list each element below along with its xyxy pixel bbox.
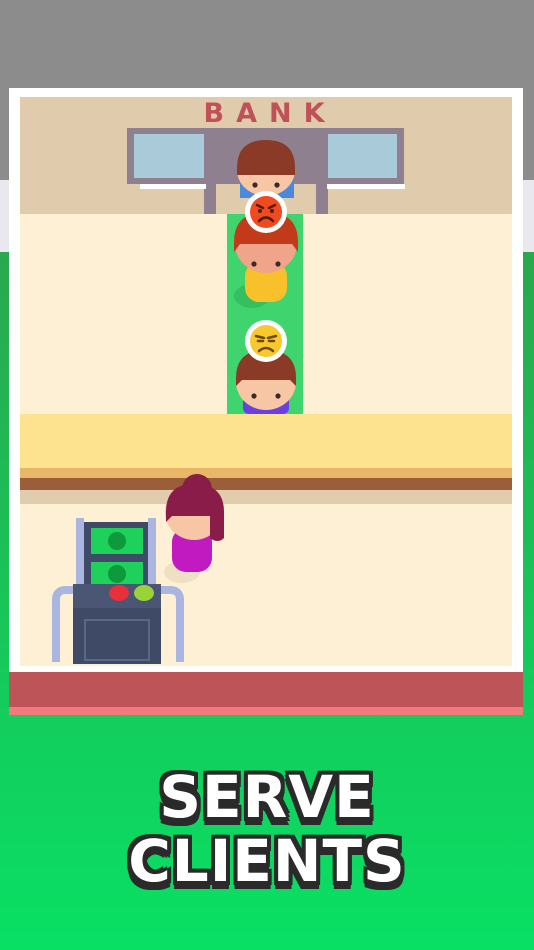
caption-line-2: CLIENTS xyxy=(128,827,406,895)
counter-desk xyxy=(20,414,512,504)
angry-face-icon xyxy=(245,191,287,233)
bank-sign: BANK xyxy=(203,98,337,129)
caption-line-1: SERVE xyxy=(159,763,375,831)
bank-front-wall-edge xyxy=(9,707,523,715)
red-button xyxy=(109,585,129,601)
bank-front-wall xyxy=(9,672,523,708)
annoyed-face-icon xyxy=(245,320,287,362)
client-at-counter xyxy=(237,140,295,198)
green-button xyxy=(134,585,154,601)
